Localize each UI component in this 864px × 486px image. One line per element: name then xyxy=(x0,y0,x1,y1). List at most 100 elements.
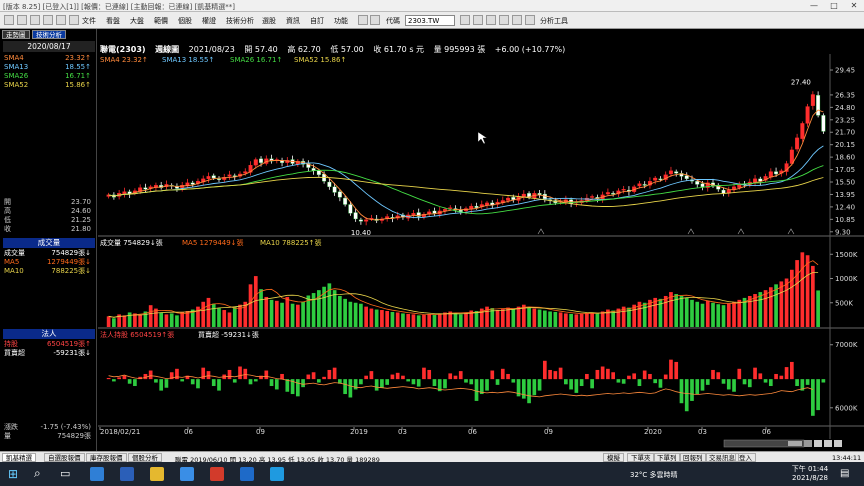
price-volume-chart[interactable]: 29.45 26.35 24.80 23.25 21.70 20.15 18.60 17.05… xyxy=(98,29,864,451)
inst-tick-label: 6000K xyxy=(835,404,858,412)
table-icon[interactable] xyxy=(473,15,483,25)
pointer-icon[interactable] xyxy=(512,15,522,25)
net-buy-bar xyxy=(232,379,237,383)
volume-bar xyxy=(359,303,363,327)
tab-intraday[interactable]: 走勢圖 xyxy=(2,30,30,39)
app-icon[interactable] xyxy=(210,467,224,481)
window-icon[interactable] xyxy=(30,15,40,25)
tile-icon[interactable] xyxy=(56,15,66,25)
price-tick-label: 24.80 xyxy=(835,104,855,112)
notification-icon[interactable]: ▤ xyxy=(840,468,849,479)
btn-order-folder[interactable]: 下單夾 xyxy=(627,453,655,462)
toolbar-icon-1[interactable] xyxy=(358,15,368,25)
net-buy-bar xyxy=(663,374,668,380)
price-tick-label: 9.30 xyxy=(835,228,851,236)
title-bar: [版本 8.25] [已登入[1]] [報價：已連線] [主動回報：已連線] [… xyxy=(0,0,864,12)
menu-stock[interactable]: 個股 xyxy=(178,16,192,26)
btn-login[interactable]: 登入 xyxy=(735,453,756,462)
candle-body xyxy=(695,181,700,185)
menu-file[interactable]: 文件 xyxy=(82,16,96,26)
volume-bar xyxy=(532,308,537,327)
maximize-icon[interactable]: □ xyxy=(824,0,844,12)
volume-bar xyxy=(500,309,505,327)
volume-bar xyxy=(716,304,721,327)
menu-technical[interactable]: 技術分析 xyxy=(226,16,254,26)
windows-start-icon[interactable]: ⊞ xyxy=(8,467,18,481)
mail-icon[interactable] xyxy=(120,467,134,481)
net-buy-bar xyxy=(564,379,568,385)
minimize-icon[interactable]: — xyxy=(804,0,824,12)
x-tick-label: 03 xyxy=(698,428,707,436)
candle-body xyxy=(700,183,705,187)
menu-range[interactable]: 範價 xyxy=(154,16,168,26)
edge-icon[interactable] xyxy=(90,467,104,481)
folder-icon[interactable] xyxy=(150,467,164,481)
menu-custom[interactable]: 自訂 xyxy=(310,16,324,26)
net-buy-bar xyxy=(779,375,784,380)
net-buy-bar xyxy=(117,377,121,380)
net-buy-bar xyxy=(495,379,500,385)
x-tick-label: 06 xyxy=(468,428,477,436)
grid-icon[interactable] xyxy=(43,15,53,25)
tab-stock-analysis[interactable]: 個股分析 xyxy=(128,453,162,462)
layout-icon[interactable] xyxy=(17,15,27,25)
volume-bar xyxy=(164,314,169,327)
zoom-icon[interactable] xyxy=(486,15,496,25)
price-legend-item: SMA4 23.32↑ xyxy=(100,56,148,64)
btn-trade-msg[interactable]: 交易訊息 xyxy=(705,453,739,462)
menu-watch[interactable]: 看盤 xyxy=(106,16,120,26)
menu-screener[interactable]: 選股 xyxy=(262,16,276,26)
menu-function[interactable]: 功能 xyxy=(334,16,348,26)
net-buy-bar xyxy=(448,373,453,380)
task-view-icon[interactable]: ▭ xyxy=(60,467,70,480)
volume-tick-label: 1000K xyxy=(835,275,858,283)
line-icon[interactable] xyxy=(525,15,535,25)
tab-watchlist-quotes[interactable]: 自選股報價 xyxy=(44,453,85,462)
draw-icon[interactable] xyxy=(499,15,509,25)
volume-label: 成交量 xyxy=(4,249,25,257)
analysis-tool-menu[interactable]: 分析工具 xyxy=(540,16,568,26)
menu-market[interactable]: 大盤 xyxy=(130,16,144,26)
sma-label: SMA13 xyxy=(4,63,29,71)
volume-bar xyxy=(206,297,211,327)
net-buy-bar xyxy=(500,368,505,380)
candle-body xyxy=(353,212,358,220)
net-buy-bar xyxy=(711,369,715,380)
candle-body xyxy=(316,170,321,175)
volume-bar xyxy=(348,301,353,327)
btn-report-bar[interactable]: 回報列 xyxy=(679,453,707,462)
signal-marker-icon xyxy=(787,228,795,235)
net-buy-bar xyxy=(443,379,447,389)
toolbar-icon-2[interactable] xyxy=(370,15,380,25)
candle-body xyxy=(621,189,626,191)
net-buy-bar xyxy=(700,379,705,391)
net-buy-bar xyxy=(353,379,358,390)
outlook-icon[interactable] xyxy=(240,467,254,481)
chart-icon[interactable] xyxy=(460,15,470,25)
btn-order-bar[interactable]: 下單列 xyxy=(653,453,681,462)
trading-app-icon[interactable] xyxy=(270,467,284,481)
tab-inventory-quotes[interactable]: 庫存股報價 xyxy=(86,453,127,462)
btn-simulate[interactable]: 模擬 xyxy=(603,453,624,462)
net-buy-bar xyxy=(227,369,232,380)
volume-bar xyxy=(458,314,463,327)
menu-info[interactable]: 資訊 xyxy=(286,16,300,26)
search-icon[interactable]: ⌕ xyxy=(34,466,41,481)
logo-icon[interactable] xyxy=(4,15,14,25)
store-icon[interactable] xyxy=(180,467,194,481)
menu-warrant[interactable]: 權證 xyxy=(202,16,216,26)
sma-label: SMA52 xyxy=(4,81,29,89)
tab-kgi-picks[interactable]: 凱基精選 xyxy=(2,453,36,462)
volume-bar xyxy=(127,312,132,327)
volume-bar xyxy=(285,296,290,327)
net-buy-bar xyxy=(621,379,626,384)
net-buy-bar xyxy=(127,379,132,384)
tab-technical[interactable]: 技術分析 xyxy=(32,30,66,39)
cascade-icon[interactable] xyxy=(69,15,79,25)
price-tick-label: 21.70 xyxy=(835,129,855,137)
price-legend-item: SMA13 18.55↑ xyxy=(162,56,214,64)
close-icon[interactable]: ✕ xyxy=(844,0,864,12)
stock-code-input[interactable]: 2303.TW xyxy=(405,15,455,26)
chart-area[interactable]: 聯電(2303) 週線圖 2021/08/23 開 57.40 高 62.70 … xyxy=(98,29,864,451)
scrollbar-thumb xyxy=(788,441,802,446)
